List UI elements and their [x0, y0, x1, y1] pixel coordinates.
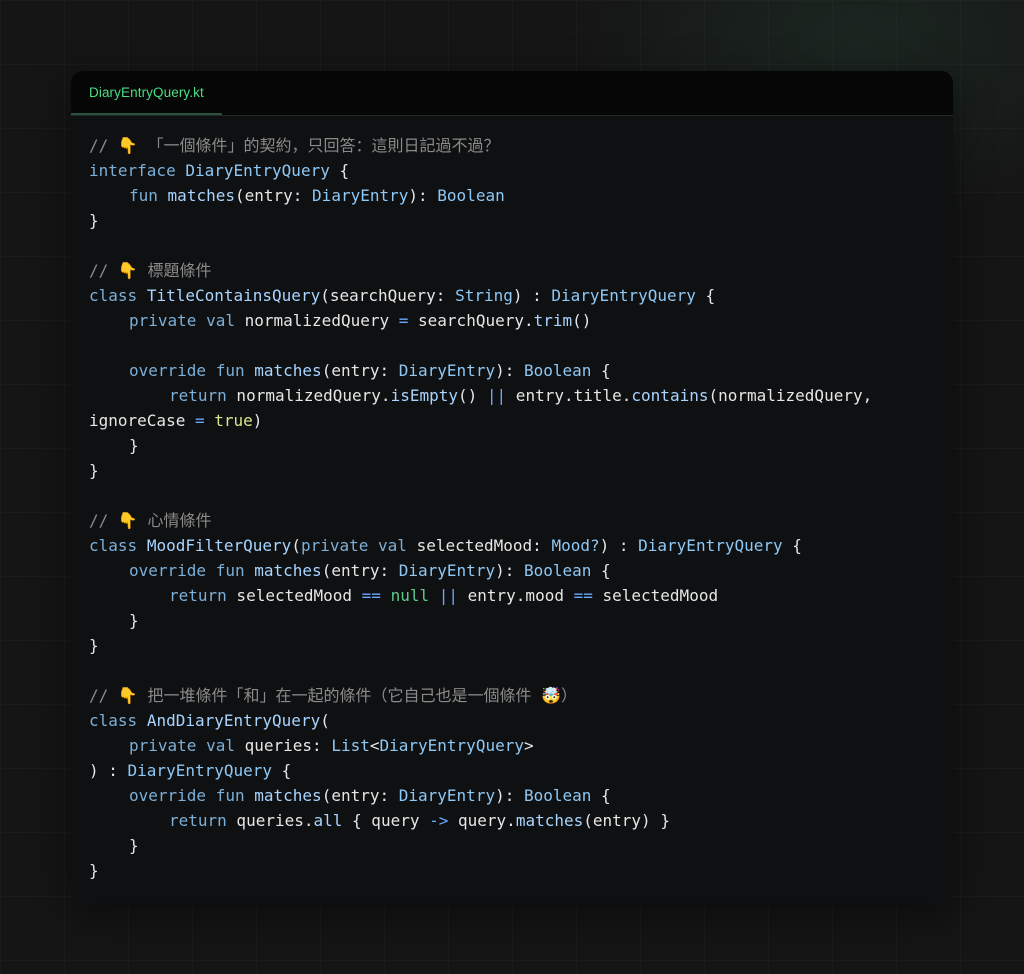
keyword: fun — [215, 561, 245, 580]
code-line: } — [129, 436, 139, 455]
function-name: trim — [533, 311, 573, 330]
function-name: matches — [167, 186, 235, 205]
type-name: DiaryEntryQuery — [379, 736, 524, 755]
keyword: override — [129, 361, 207, 380]
keyword: private — [129, 311, 197, 330]
keyword: override — [129, 786, 207, 805]
type-name: DiaryEntry — [312, 186, 409, 205]
class-name: TitleContainsQuery — [146, 286, 321, 305]
tab-file-diaryentryquery[interactable]: DiaryEntryQuery.kt — [71, 71, 222, 115]
code-line: } — [89, 861, 99, 880]
code-line: private val queries: List<DiaryEntryQuer… — [129, 736, 534, 755]
keyword: val — [206, 736, 235, 755]
code-block: // 👇 「一個條件」的契約，只回答：這則日記過不過？ interface Dia… — [89, 133, 872, 883]
code-comment: // 👇 把一堆條件「和」在一起的條件（它自己也是一個條件 🤯） — [89, 686, 578, 705]
type-name: Boolean — [523, 786, 592, 805]
keyword: fun — [129, 186, 158, 205]
type-name: DiaryEntry — [398, 361, 496, 380]
type-name: Boolean — [523, 561, 592, 580]
type-name: Mood? — [551, 536, 600, 555]
code-line: fun matches(entry: DiaryEntry): Boolean — [129, 186, 505, 205]
keyword: val — [206, 311, 235, 330]
type-name: DiaryEntryQuery — [127, 761, 273, 780]
code-comment: // 👇 標題條件 — [89, 261, 212, 280]
keyword: private — [300, 536, 369, 555]
function-name: matches — [254, 561, 322, 580]
code-line: override fun matches(entry: DiaryEntry):… — [129, 786, 611, 805]
code-line: } — [129, 611, 139, 630]
function-name: matches — [254, 361, 322, 380]
code-line: } — [89, 636, 99, 655]
boolean-literal: true — [214, 411, 253, 430]
keyword: override — [129, 561, 207, 580]
type-name: DiaryEntryQuery — [185, 161, 330, 180]
keyword: fun — [215, 786, 245, 805]
type-name: DiaryEntryQuery — [551, 286, 696, 305]
keyword: interface — [89, 161, 176, 180]
class-name: AndDiaryEntryQuery — [146, 711, 321, 730]
code-comment: // 👇 「一個條件」的契約，只回答：這則日記過不過？ — [89, 136, 500, 155]
code-line: return queries.all { query -> query.matc… — [169, 811, 670, 830]
code-line: override fun matches(entry: DiaryEntry):… — [129, 361, 611, 380]
function-name: isEmpty — [390, 386, 458, 405]
class-name: MoodFilterQuery — [146, 536, 292, 555]
code-line: // 👇 標題條件 — [89, 258, 872, 283]
code-line: ) : DiaryEntryQuery { — [89, 761, 292, 780]
type-name: DiaryEntry — [398, 561, 496, 580]
code-editor-window: DiaryEntryQuery.kt // 👇 「一個條件」的契約，只回答：這則… — [71, 71, 953, 903]
keyword: val — [378, 536, 407, 555]
code-line: class MoodFilterQuery(private val select… — [89, 536, 802, 555]
code-line: } — [89, 211, 99, 230]
function-name: all — [313, 811, 343, 830]
code-line: interface DiaryEntryQuery { — [89, 161, 350, 180]
type-name: List — [331, 736, 370, 755]
code-line: override fun matches(entry: DiaryEntry):… — [129, 561, 611, 580]
keyword: return — [169, 386, 227, 405]
type-name: Boolean — [523, 361, 592, 380]
code-line: return normalizedQuery.isEmpty() || entr… — [169, 386, 873, 405]
type-name: DiaryEntry — [398, 786, 496, 805]
code-line: } — [129, 836, 139, 855]
code-line: // 👇 把一堆條件「和」在一起的條件（它自己也是一個條件 🤯） — [89, 683, 872, 708]
code-line: return selectedMood == null || entry.moo… — [169, 586, 719, 605]
type-name: DiaryEntryQuery — [638, 536, 783, 555]
function-name: matches — [254, 786, 322, 805]
code-line: ignoreCase = true) — [89, 411, 263, 430]
code-line: } — [89, 461, 99, 480]
keyword: class — [89, 286, 138, 305]
null-literal: null — [390, 586, 430, 605]
code-line: private val normalizedQuery = searchQuer… — [129, 311, 592, 330]
tab-bar: DiaryEntryQuery.kt — [71, 71, 953, 116]
code-line: // 👇 「一個條件」的契約，只回答：這則日記過不過？ — [89, 133, 872, 158]
type-name: Boolean — [437, 186, 505, 205]
keyword: return — [169, 586, 227, 605]
type-name: String — [455, 286, 513, 305]
code-comment: // 👇 心情條件 — [89, 511, 212, 530]
keyword: class — [89, 536, 138, 555]
keyword: return — [169, 811, 227, 830]
keyword: private — [129, 736, 197, 755]
code-line: class TitleContainsQuery(searchQuery: St… — [89, 286, 716, 305]
function-name: matches — [515, 811, 584, 830]
function-name: contains — [631, 386, 709, 405]
keyword: fun — [215, 361, 245, 380]
code-line: // 👇 心情條件 — [89, 508, 872, 533]
code-line: class AndDiaryEntryQuery( — [89, 711, 330, 730]
keyword: class — [89, 711, 138, 730]
